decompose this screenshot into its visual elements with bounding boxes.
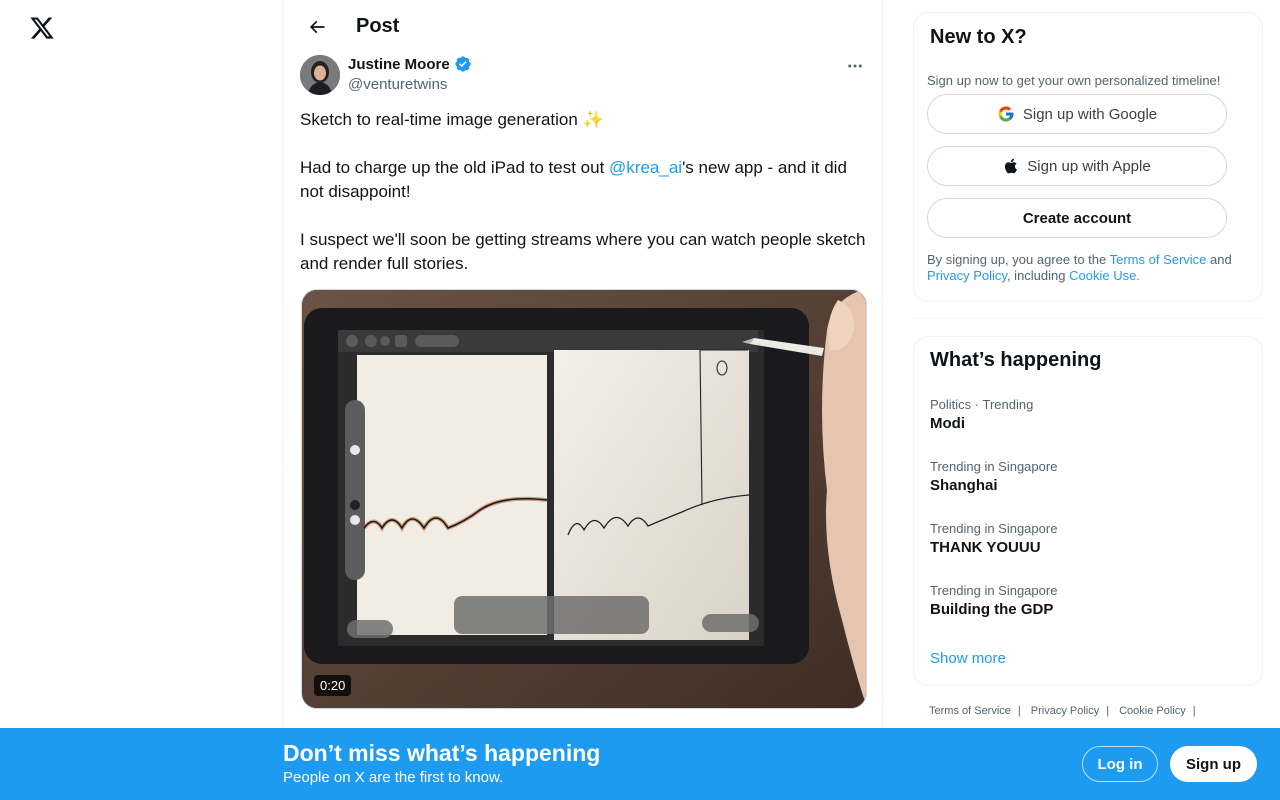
arrow-left-icon bbox=[309, 20, 325, 33]
main-column: Post Justine Moore @venturetwins Sketch … bbox=[283, 0, 883, 800]
x-logo-icon[interactable] bbox=[26, 12, 58, 44]
trends-title: What’s happening bbox=[930, 349, 1102, 371]
left-rail bbox=[0, 0, 283, 800]
footer-privacy-link[interactable]: Privacy Policy bbox=[1031, 705, 1099, 717]
verified-badge-icon bbox=[455, 56, 471, 72]
trend-meta: Trending in Singapore bbox=[930, 521, 1058, 536]
legal-prefix: By signing up, you agree to the bbox=[927, 252, 1110, 267]
privacy-link[interactable]: Privacy Policy bbox=[927, 268, 1007, 283]
author-handle[interactable]: @venturetwins bbox=[348, 76, 447, 93]
signup-apple-button[interactable]: Sign up with Apple bbox=[927, 146, 1227, 186]
create-account-button[interactable]: Create account bbox=[927, 198, 1227, 238]
trend-meta: Trending in Singapore bbox=[930, 583, 1058, 598]
footer-terms-link[interactable]: Terms of Service bbox=[929, 705, 1011, 717]
apple-icon bbox=[1003, 157, 1019, 175]
avatar[interactable] bbox=[300, 55, 340, 95]
post-text-para2-before: Had to charge up the old iPad to test ou… bbox=[300, 158, 610, 177]
bottom-signup-bar: Don’t miss what’s happening People on X … bbox=[0, 728, 1280, 800]
post-header: Post bbox=[284, 0, 882, 53]
divider bbox=[913, 318, 1263, 319]
post-text-para2: Had to charge up the old iPad to test ou… bbox=[300, 156, 868, 204]
bottom-bar-title: Don’t miss what’s happening bbox=[283, 740, 601, 766]
back-button[interactable] bbox=[300, 10, 334, 44]
footer-separator: | bbox=[1017, 705, 1021, 717]
trend-item[interactable]: Trending in Singapore Shanghai bbox=[930, 459, 1248, 494]
trend-meta: Politics · Trending bbox=[930, 397, 1034, 412]
signup-title: New to X? bbox=[930, 26, 1027, 48]
page-title: Post bbox=[356, 15, 400, 37]
trend-name: THANK YOUUU bbox=[930, 539, 1041, 556]
mention-link[interactable]: @krea_ai bbox=[609, 158, 682, 177]
legal-including: , including bbox=[1006, 268, 1070, 283]
video-duration: 0:20 bbox=[314, 675, 352, 696]
signup-legal-text: By signing up, you agree to the Terms of… bbox=[927, 252, 1249, 284]
signup-apple-label: Sign up with Apple bbox=[1027, 157, 1151, 175]
signup-google-button[interactable]: Sign up with Google bbox=[927, 94, 1227, 134]
footer-separator: | bbox=[1192, 705, 1196, 717]
signup-subtitle: Sign up now to get your own personalized… bbox=[927, 73, 1221, 88]
post-author: Justine Moore @venturetwins bbox=[300, 55, 866, 97]
trend-item[interactable]: Trending in Singapore THANK YOUUU bbox=[930, 521, 1248, 556]
signup-google-label: Sign up with Google bbox=[1022, 105, 1158, 123]
more-button[interactable] bbox=[844, 55, 866, 77]
google-icon bbox=[997, 105, 1015, 123]
create-account-label: Create account bbox=[1022, 209, 1132, 227]
author-name-wrap: Justine Moore bbox=[348, 55, 472, 73]
legal-and: and bbox=[1206, 252, 1232, 267]
trend-meta: Trending in Singapore bbox=[930, 459, 1058, 474]
right-sidebar: New to X? Sign up now to get your own pe… bbox=[913, 0, 1263, 800]
post-text: Sketch to real-time image generation ✨ H… bbox=[300, 108, 868, 276]
trend-item[interactable]: Trending in Singapore Building the GDP bbox=[930, 583, 1248, 618]
footer-cookie-link[interactable]: Cookie Policy bbox=[1119, 705, 1186, 717]
footer-links: Terms of Service | Privacy Policy | Cookie… bbox=[929, 705, 1206, 717]
footer-separator: | bbox=[1106, 705, 1110, 717]
trend-name: Building the GDP bbox=[930, 601, 1054, 618]
trends-card: What’s happening Politics · Trending Mod… bbox=[913, 336, 1263, 686]
trend-name: Shanghai bbox=[930, 477, 998, 494]
post-text-para3: I suspect we'll soon be getting streams … bbox=[300, 230, 866, 273]
signup-button[interactable]: Sign up bbox=[1170, 746, 1257, 782]
post-text-line1: Sketch to real-time image generation ✨ bbox=[300, 110, 604, 129]
terms-link[interactable]: Terms of Service bbox=[1110, 252, 1207, 267]
signup-card: New to X? Sign up now to get your own pe… bbox=[913, 12, 1263, 302]
login-button[interactable]: Log in bbox=[1082, 746, 1158, 782]
video-frame-image bbox=[302, 290, 866, 708]
trend-item[interactable]: Politics · Trending Modi bbox=[930, 397, 1248, 432]
trend-name: Modi bbox=[930, 415, 965, 432]
bottom-bar-subtitle: People on X are the first to know. bbox=[283, 769, 504, 786]
more-horizontal-icon bbox=[848, 64, 862, 68]
cookie-link[interactable]: Cookie Use. bbox=[1069, 268, 1140, 283]
post-video[interactable]: 0:20 bbox=[301, 289, 867, 709]
author-name[interactable]: Justine Moore bbox=[348, 56, 450, 73]
show-more-link[interactable]: Show more bbox=[930, 650, 1006, 667]
